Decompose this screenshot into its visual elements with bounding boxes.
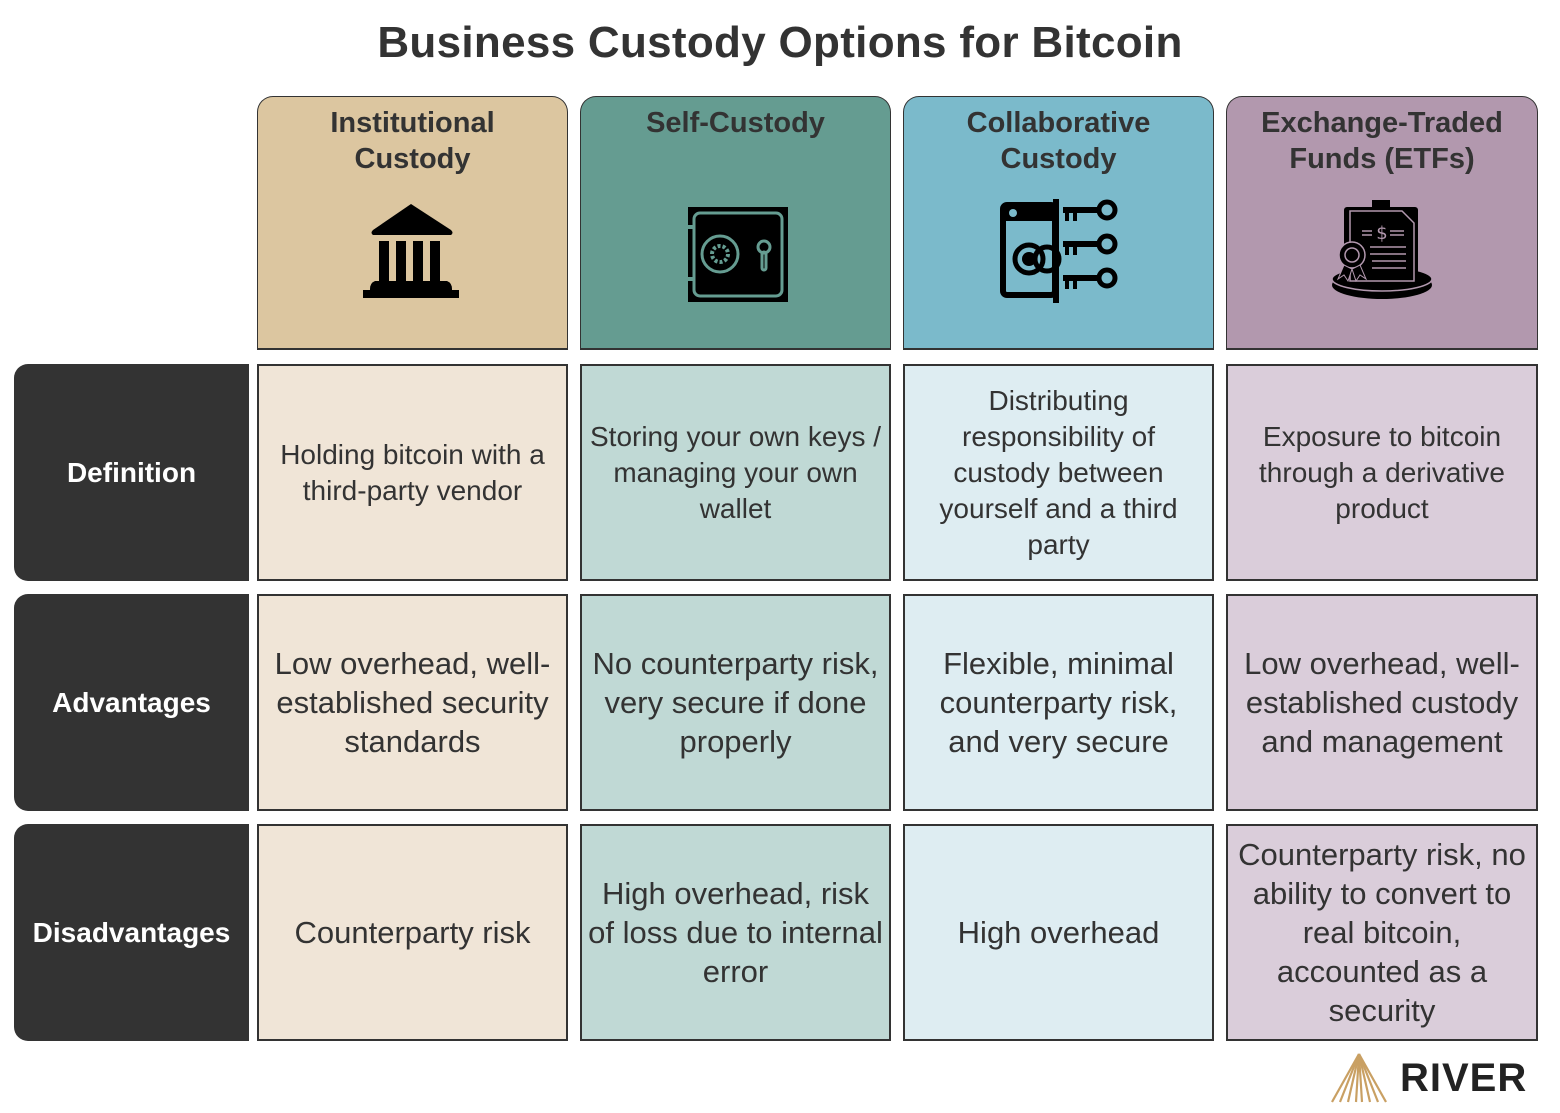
table-cell: Exposure to bitcoin through a derivative… — [1226, 364, 1538, 581]
column-header-institutional-custody: Institutional Custody — [257, 96, 568, 350]
river-logo: RIVER — [1330, 1052, 1540, 1104]
table-cell: High overhead — [903, 824, 1214, 1041]
safe-keys-icon — [999, 197, 1119, 307]
cell-text: Counterparty risk — [294, 915, 531, 950]
cell-text: Holding bitcoin with a third-party vendo… — [280, 438, 545, 506]
table-cell: Counterparty risk — [257, 824, 568, 1041]
cell-text: High overhead, risk of loss due to inter… — [588, 876, 883, 989]
row-label-disadvantages: Disadvantages — [14, 824, 249, 1041]
cell-text: No counterparty risk, very secure if don… — [592, 646, 879, 759]
row-label-advantages: Advantages — [14, 594, 249, 811]
column-header-label: Exchange-Traded Funds (ETFs) — [1261, 107, 1503, 175]
cell-text: Storing your own keys / managing your ow… — [589, 420, 882, 524]
table-cell: No counterparty risk, very secure if don… — [580, 594, 891, 811]
cell-text: Counterparty risk, no ability to convert… — [1238, 837, 1526, 1028]
safe-icon — [676, 197, 796, 307]
bank-building-icon — [353, 197, 473, 307]
table-cell: High overhead, risk of loss due to inter… — [580, 824, 891, 1041]
river-logo-mark-icon — [1331, 1053, 1387, 1103]
svg-text:$: $ — [1376, 223, 1387, 244]
table-cell: Storing your own keys / managing your ow… — [580, 364, 891, 581]
column-header-label: Institutional Custody — [330, 107, 495, 175]
column-header-self-custody: Self-Custody — [580, 96, 891, 350]
cell-text: High overhead — [957, 915, 1160, 950]
column-header-collaborative-custody: Collaborative Custody — [903, 96, 1214, 350]
column-header-label: Self-Custody — [646, 107, 825, 139]
cell-text: Low overhead, well-established custody a… — [1244, 646, 1520, 759]
cell-text: Distributing responsibility of custody b… — [939, 384, 1178, 560]
cell-text: Exposure to bitcoin through a derivative… — [1259, 420, 1505, 524]
table-cell: Flexible, minimal counterparty risk, and… — [903, 594, 1214, 811]
table-cell: Low overhead, well-established custody a… — [1226, 594, 1538, 811]
table-cell: Low overhead, well-established security … — [257, 594, 568, 811]
page-title: Business Custody Options for Bitcoin — [377, 18, 1183, 67]
brand-name: RIVER — [1400, 1055, 1528, 1100]
column-header-etfs: Exchange-Traded Funds (ETFs) $ — [1226, 96, 1538, 350]
table-cell: Distributing responsibility of custody b… — [903, 364, 1214, 581]
table-cell: Holding bitcoin with a third-party vendo… — [257, 364, 568, 581]
row-label-definition: Definition — [14, 364, 249, 581]
certificate-document-icon: $ — [1322, 197, 1442, 307]
cell-text: Flexible, minimal counterparty risk, and… — [939, 646, 1178, 759]
cell-text: Low overhead, well-established security … — [274, 646, 551, 759]
table-cell: Counterparty risk, no ability to convert… — [1226, 824, 1538, 1041]
column-header-label: Collaborative Custody — [966, 107, 1151, 175]
